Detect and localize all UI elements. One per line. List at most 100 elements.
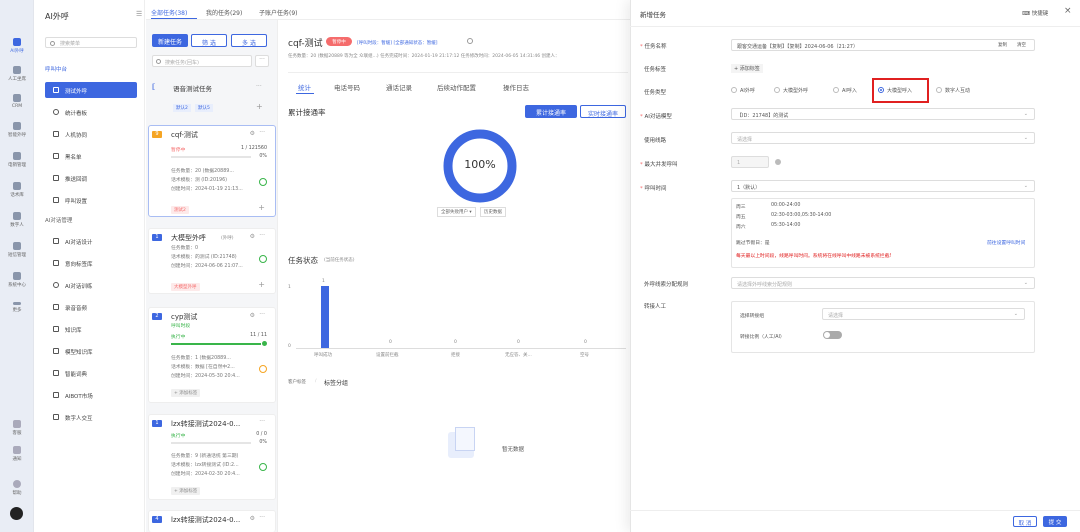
- multi-select-button[interactable]: 多 选: [231, 34, 267, 47]
- tab-tag-groups[interactable]: 标签分组: [324, 378, 348, 387]
- more-icon[interactable]: ···: [256, 83, 262, 90]
- radio-ai-outbound[interactable]: AI外呼: [731, 87, 755, 94]
- filter-button[interactable]: 筛 选: [191, 34, 227, 47]
- rail-item-notify[interactable]: 通知: [0, 446, 34, 462]
- rail-item-sms[interactable]: 短信管理: [0, 242, 34, 258]
- collapse-icon[interactable]: ☰: [136, 10, 142, 18]
- call-time-select[interactable]: 1（默认） ⌄: [731, 180, 1035, 192]
- settings-icon[interactable]: ⚙: [250, 312, 255, 319]
- rail-item-more[interactable]: 更多: [0, 302, 34, 313]
- rail-item-smart-call[interactable]: 智能外呼: [0, 122, 34, 138]
- add-icon[interactable]: +: [258, 203, 265, 212]
- refresh-icon[interactable]: [467, 38, 473, 44]
- more-icon[interactable]: ···: [259, 418, 265, 425]
- task-card[interactable]: 1 大模型外呼 (外呼) ⚙ ··· 任务数量：0 话术模板：的测试 (ID:2…: [148, 228, 276, 294]
- rail-item-ai-outbound[interactable]: AI外呼: [0, 38, 34, 54]
- sidebar-item-ai-design[interactable]: AI对话设计: [45, 233, 137, 249]
- add-icon[interactable]: +: [256, 102, 263, 111]
- sidebar-item-callback[interactable]: 推送回调: [45, 170, 137, 186]
- sidebar-item-stats[interactable]: 统计看板: [45, 104, 137, 120]
- radio-ai-inbound[interactable]: AI呼入: [833, 87, 857, 94]
- cancel-button[interactable]: 取 消: [1013, 516, 1037, 527]
- add-tag-button[interactable]: + 添加标签: [171, 389, 201, 397]
- settings-icon[interactable]: ⚙: [250, 515, 255, 522]
- ai-model-select[interactable]: 【ID：21748】的测试 ⌄: [731, 108, 1035, 120]
- allocation-rule-select[interactable]: 请选择外呼线索分配规则 ⌄: [731, 277, 1035, 289]
- task-card[interactable]: 9 cqf-测试 ⚙ ··· 暂停中 1 / 121560 0% 任务数量：20…: [148, 125, 276, 217]
- sidebar-item-test-call[interactable]: 测试外呼: [45, 82, 137, 98]
- rail-item-sales[interactable]: 电销管理: [0, 152, 34, 168]
- sidebar-item-blacklist[interactable]: 黑名单: [45, 148, 137, 164]
- task-card[interactable]: 2 cyp测试 ⚙ ··· 呼叫时段 执行中 11 / 11 任务数量：1 (数…: [148, 307, 276, 403]
- play-icon[interactable]: [259, 463, 267, 471]
- tab-stats[interactable]: 统计: [298, 82, 311, 92]
- tab-all-tasks[interactable]: 全部任务(38): [151, 8, 187, 17]
- set-call-time-link[interactable]: 前往设置呼叫时间: [987, 239, 1025, 246]
- task-status: 暂停中: [171, 148, 186, 153]
- sidebar-search-input[interactable]: 搜索菜单: [45, 37, 137, 48]
- tab-phone-numbers[interactable]: 电话号码: [334, 82, 360, 92]
- drawer-title: 新增任务: [640, 11, 666, 19]
- tab-follow-up[interactable]: 后续动作配置: [437, 82, 476, 92]
- settings-icon[interactable]: ⚙: [250, 130, 255, 137]
- task-info: 话术模板：数据 [在自然中2...: [171, 365, 235, 370]
- copy-button[interactable]: 复制: [998, 42, 1007, 48]
- more-icon[interactable]: ···: [259, 129, 265, 136]
- sidebar-item-knowledge[interactable]: 知识库: [45, 321, 137, 337]
- rail-item-support[interactable]: 客服: [0, 420, 34, 436]
- task-card[interactable]: 4 lzx转接测试2024-0... ⚙ ···: [148, 510, 276, 532]
- sidebar-item-call-settings[interactable]: 呼叫设置: [45, 192, 137, 208]
- play-icon[interactable]: [259, 255, 267, 263]
- cumulative-rate-button[interactable]: 累计接通率: [525, 105, 577, 118]
- sidebar-item-intent-tags[interactable]: 意向标签库: [45, 255, 137, 271]
- add-tag-button[interactable]: + 添加标签: [171, 487, 201, 495]
- sidebar-item-aibot-market[interactable]: AIBOT市场: [45, 387, 137, 403]
- tab-operation-log[interactable]: 操作日志: [503, 82, 529, 92]
- radio-llm-outbound[interactable]: 大模型外呼: [774, 87, 808, 94]
- tab-call-records[interactable]: 通话记录: [386, 82, 412, 92]
- transfer-group-select[interactable]: 请选择 ⌄: [822, 308, 1025, 320]
- radio-digital-human[interactable]: 数字人互动: [936, 87, 970, 94]
- max-concurrency-input[interactable]: 1: [731, 156, 769, 168]
- rail-item-script[interactable]: 话术库: [0, 182, 34, 198]
- sidebar-item-collab[interactable]: 人机协同: [45, 126, 137, 142]
- task-card[interactable]: 1 lzx转接测试2024-0... ··· 执行中 0 / 0 0% 任务数量…: [148, 414, 276, 500]
- rail-item-help[interactable]: 帮助: [0, 480, 34, 496]
- sidebar-item-digital-interaction[interactable]: 数字人交互: [45, 409, 137, 425]
- settings-icon[interactable]: ⚙: [250, 233, 255, 240]
- pause-icon[interactable]: [259, 365, 267, 373]
- rail-item-crm[interactable]: CRM: [0, 94, 34, 109]
- add-icon[interactable]: +: [258, 280, 265, 289]
- line-select[interactable]: 请选择 ⌄: [731, 132, 1035, 144]
- tab-sub-account-tasks[interactable]: 子账户任务(9): [259, 8, 298, 17]
- rail-item-agent[interactable]: 人工坐席: [0, 66, 34, 82]
- more-icon[interactable]: ···: [259, 514, 265, 521]
- task-name-input[interactable]: 跟客交通运备【复制】【复制】2024-06-06（21:27）: [731, 39, 1035, 51]
- rail-item-digital-human[interactable]: 数字人: [0, 212, 34, 228]
- clear-button[interactable]: 清空: [1017, 42, 1026, 48]
- more-icon[interactable]: ···: [259, 311, 265, 318]
- training-icon: [53, 282, 59, 288]
- add-tag-button[interactable]: + 添加标签: [731, 64, 763, 73]
- transfer-ratio-toggle[interactable]: [823, 331, 842, 339]
- shortcut-button[interactable]: ⌨ 快捷键: [1022, 9, 1048, 17]
- sidebar-item-model-knowledge[interactable]: 模型知识库: [45, 343, 137, 359]
- tab-my-tasks[interactable]: 我的任务(29): [206, 8, 242, 17]
- donut-value: 100%: [464, 158, 496, 171]
- history-data-button[interactable]: 历史数据: [480, 207, 506, 217]
- rail-item-system[interactable]: 系统中心: [0, 272, 34, 288]
- submit-button[interactable]: 提 交: [1043, 516, 1067, 527]
- task-search-input[interactable]: 搜索任务(回车): [152, 55, 252, 67]
- more-options-button[interactable]: ···: [255, 55, 269, 67]
- sidebar-item-ai-training[interactable]: AI对话训练: [45, 277, 137, 293]
- play-icon[interactable]: [259, 178, 267, 186]
- sidebar-item-audio[interactable]: 录音音频: [45, 299, 137, 315]
- close-icon[interactable]: ×: [1064, 6, 1072, 16]
- avatar[interactable]: [10, 507, 23, 520]
- more-icon[interactable]: ···: [259, 232, 265, 239]
- failed-users-select[interactable]: 全部失败用户 ▾: [437, 207, 476, 217]
- realtime-rate-button[interactable]: 实时接通率: [580, 105, 626, 118]
- tab-customer-tags[interactable]: 客户标签: [288, 379, 306, 385]
- sidebar-item-dictionary[interactable]: 智能词典: [45, 365, 137, 381]
- new-task-button[interactable]: 新建任务: [152, 34, 188, 47]
